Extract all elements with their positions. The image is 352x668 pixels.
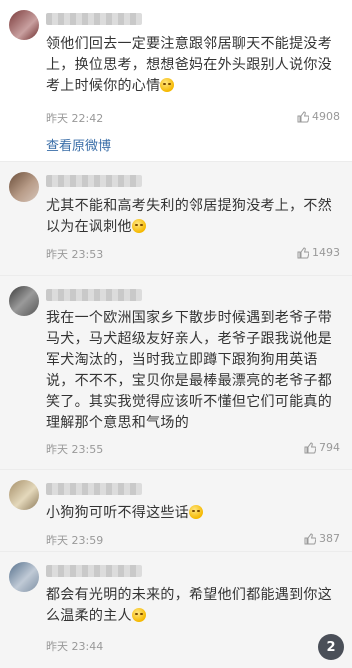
avatar[interactable] [9,286,39,316]
like-count: 1493 [312,246,340,259]
emoji-icon [189,505,203,519]
avatar[interactable] [9,480,39,510]
username-redacted[interactable] [46,565,142,577]
thumbs-up-icon [297,110,309,122]
comment-time: 昨天 23:59 [46,534,104,547]
comment-time: 昨天 23:55 [46,443,104,456]
avatar[interactable] [9,562,39,592]
like-count: 4908 [312,110,340,123]
comment-time: 昨天 22:42 [46,112,104,125]
avatar[interactable] [9,10,39,40]
comment-time: 昨天 23:53 [46,248,104,261]
comment-meta: 昨天 23:44 [46,638,340,654]
comment-time: 昨天 23:44 [46,640,104,653]
like-button[interactable]: 4908 [297,110,340,123]
emoji-icon [131,219,146,233]
thumbs-up-icon [297,246,309,258]
view-original-weibo-link[interactable]: 查看原微博 [46,135,111,154]
username-redacted[interactable] [46,483,142,495]
comment-meta: 昨天 22:42 4908 [46,110,340,126]
emoji-icon [160,78,175,92]
username-redacted[interactable] [46,289,142,301]
comment-text: 都会有光明的未来的，希望他们都能遇到你这么温柔的主人 [46,587,332,624]
username-redacted[interactable] [46,13,142,25]
like-count: 794 [319,441,340,454]
avatar[interactable] [9,172,39,202]
comment-text: 小狗狗可听不得这些话 [46,503,342,524]
comment-item: 都会有光明的未来的，希望他们都能遇到你这么温柔的主人 昨天 23:44 [0,552,352,668]
comment-text: 我在一个欧洲国家乡下散步时候遇到老爷子带马犬，马犬超级友好亲人，老爷子跟我说他是… [46,310,332,431]
comment-item: 我在一个欧洲国家乡下散步时候遇到老爷子带马犬，马犬超级友好亲人，老爷子跟我说他是… [0,276,352,470]
like-count: 387 [319,532,340,545]
thumbs-up-icon [304,532,316,544]
like-button[interactable]: 794 [304,441,340,454]
comment-item: 小狗狗可听不得这些话 昨天 23:59 387 [0,470,352,552]
comment-item: 领他们回去一定要注意跟邻居聊天不能提没考上，换位思考，想想爸妈在外头跟别人说你没… [0,0,352,162]
comment-meta: 昨天 23:59 387 [46,532,340,548]
comment-meta: 昨天 23:53 1493 [46,246,340,262]
like-button[interactable]: 1493 [297,246,340,259]
like-button[interactable]: 387 [304,532,340,545]
page-number-badge[interactable]: 2 [318,634,344,660]
comment-meta: 昨天 23:55 794 [46,441,340,457]
emoji-icon [131,608,146,622]
comment-item: 尤其不能和高考失利的邻居提狗没考上，不然以为在讽刺他 昨天 23:53 1493 [0,162,352,276]
thumbs-up-icon [304,441,316,453]
comment-text: 领他们回去一定要注意跟邻居聊天不能提没考上，换位思考，想想爸妈在外头跟别人说你没… [46,36,332,94]
comment-text: 尤其不能和高考失利的邻居提狗没考上，不然以为在讽刺他 [46,198,332,235]
username-redacted[interactable] [46,175,142,187]
